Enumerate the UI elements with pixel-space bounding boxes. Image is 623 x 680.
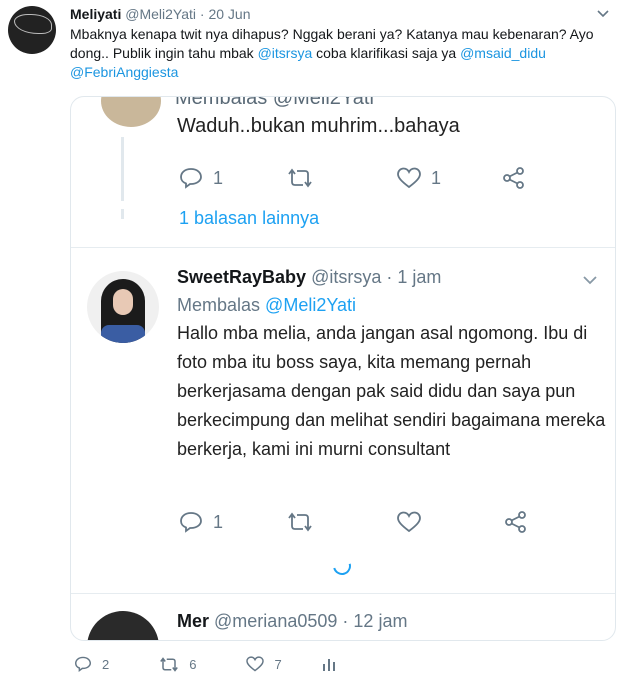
analytics-button[interactable] <box>322 656 336 672</box>
reply3-handle: @meriana0509 <box>214 611 338 631</box>
retweet-icon <box>160 656 179 672</box>
tweet-actions: 2 6 7 <box>74 656 366 672</box>
retweet-action <box>287 168 313 188</box>
reply-icon <box>180 512 202 533</box>
retweet-icon <box>288 168 312 188</box>
avatar-face <box>113 289 133 315</box>
like-action <box>397 511 421 533</box>
chevron-down-icon <box>581 273 599 287</box>
reply2-time: 1 jam <box>397 267 442 287</box>
reply3-name: Mer <box>177 611 210 631</box>
reply2-reply-mention: @Meli2Yati <box>265 295 357 315</box>
author-handle[interactable]: @Meli2Yati <box>125 6 196 22</box>
reply-count: 2 <box>102 656 110 672</box>
meta-separator: · <box>199 6 205 22</box>
reply2-name: SweetRayBaby <box>177 267 307 287</box>
retweet-action <box>287 512 313 532</box>
analytics-icon <box>322 659 335 671</box>
reply1-avatar <box>101 97 161 127</box>
author-name[interactable]: Meliyati <box>70 6 121 22</box>
reply3-separator: · <box>342 611 349 631</box>
heart-icon <box>246 656 265 672</box>
tweet-text: Mbaknya kenapa twit nya dihapus? Nggak b… <box>70 25 610 82</box>
retweet-icon <box>288 512 312 532</box>
like-button[interactable]: 7 <box>246 656 282 672</box>
reply-icon <box>74 656 92 672</box>
share-icon <box>503 167 524 189</box>
tweet-date[interactable]: 20 Jun <box>208 6 250 22</box>
reply1-like-count: 1 <box>431 167 442 188</box>
tweet-text-part2: coba klarifikasi saja ya <box>312 45 461 61</box>
avatar[interactable] <box>8 6 56 54</box>
reply3-avatar <box>87 611 159 640</box>
reply2-reply-prefix: Membalas <box>177 295 261 315</box>
retweet-button[interactable]: 6 <box>159 657 196 672</box>
reply2-reply-count: 1 <box>213 511 224 532</box>
chevron-down-icon[interactable] <box>595 6 611 22</box>
reply2-actions: 1 <box>179 511 527 533</box>
divider <box>71 593 615 594</box>
reply2-separator: · <box>386 267 393 287</box>
avatar-logo-drawing <box>14 14 52 34</box>
reply-button[interactable]: 2 <box>74 656 109 672</box>
heart-icon <box>397 167 421 189</box>
share-icon <box>505 511 526 533</box>
like-action: 1 <box>397 167 441 189</box>
reply3-time: 12 jam <box>353 611 408 631</box>
avatar-shirt <box>101 325 145 343</box>
retweet-count: 6 <box>189 656 197 672</box>
reply1-reply-count: 1 <box>213 167 224 188</box>
tweet-header: Meliyati @Meli2Yati · 20 Jun <box>70 6 251 22</box>
reply2-header: SweetRayBaby @itsrsya · 1 jam <box>177 267 441 288</box>
loading-spinner-icon <box>329 553 355 579</box>
reply-action: 1 <box>179 167 223 189</box>
reply-icon <box>180 168 202 189</box>
reply2-text: Hallo mba melia, anda jangan asal ngomon… <box>177 323 606 459</box>
reply-action: 1 <box>179 511 223 533</box>
mention-link[interactable]: @itsrsya <box>258 45 313 61</box>
reply3-header: Mer @meriana0509 · 12 jam <box>177 611 407 632</box>
mention-link[interactable]: @FebriAnggiesta <box>70 64 178 80</box>
reply2-replying-to: Membalas @Meli2Yati <box>177 295 356 316</box>
attached-screenshot[interactable]: Membalas @Meli2Yati Waduh..bukan muhrim.… <box>70 96 616 641</box>
like-count: 7 <box>274 656 282 672</box>
reply2-handle: @itsrsya <box>311 267 382 287</box>
heart-icon <box>397 511 421 533</box>
thread-dots <box>121 209 124 219</box>
more-replies-link: 1 balasan lainnya <box>179 208 320 228</box>
mention-link[interactable]: @msaid_didu <box>460 45 546 61</box>
thread-line <box>121 137 124 201</box>
reply1-text: Waduh..bukan muhrim...bahaya <box>177 115 460 137</box>
share-action <box>505 511 527 533</box>
reply1-actions: 1 1 <box>179 167 525 189</box>
divider <box>71 247 615 248</box>
share-action <box>503 167 525 189</box>
reply2-avatar <box>87 271 159 343</box>
reply1-replying-to: Membalas @Meli2Yati <box>175 96 374 109</box>
